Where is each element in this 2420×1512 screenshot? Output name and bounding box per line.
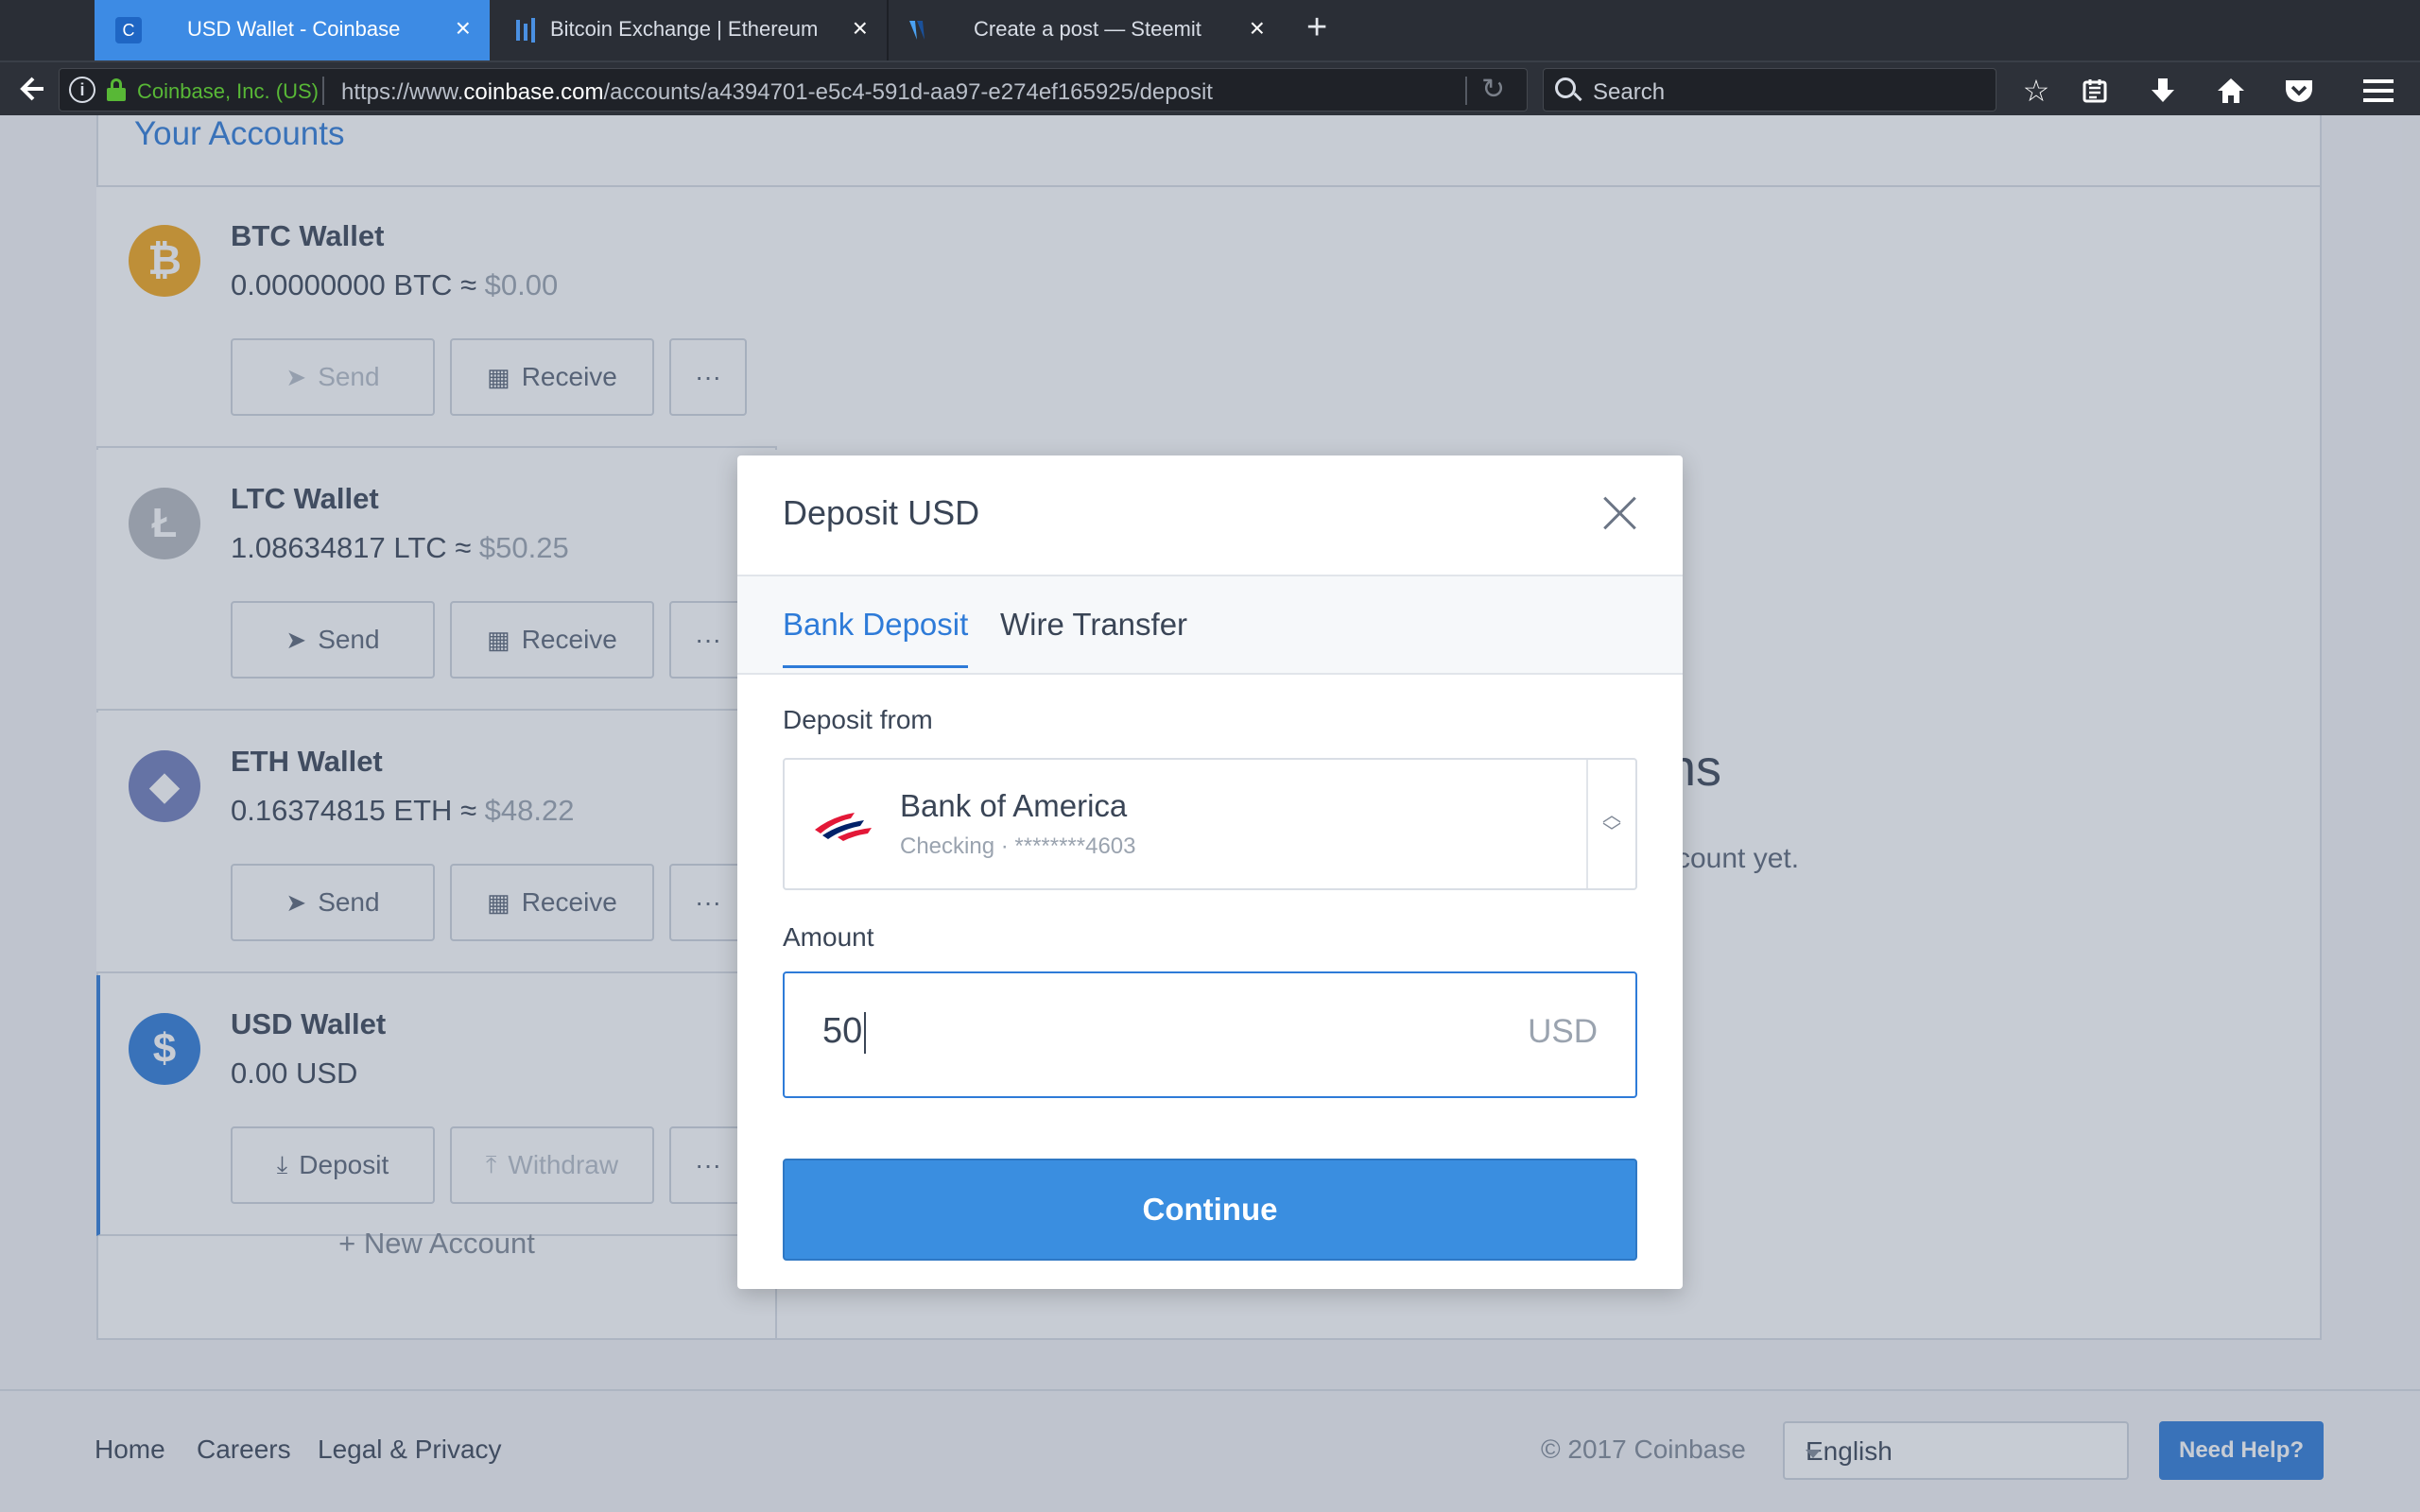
back-arrow-icon[interactable] bbox=[13, 70, 51, 108]
search-icon bbox=[1555, 77, 1576, 98]
select-arrows-icon[interactable]: ︿ ﹀ bbox=[1586, 760, 1635, 888]
search-placeholder: Search bbox=[1593, 79, 1666, 105]
pocket-icon[interactable] bbox=[2280, 72, 2318, 110]
tab-title: Create a post — Steemit bbox=[974, 17, 1201, 41]
amount-label: Amount bbox=[783, 922, 874, 952]
info-icon[interactable]: i bbox=[69, 77, 95, 103]
continue-button[interactable]: Continue bbox=[783, 1159, 1637, 1261]
menu-icon[interactable] bbox=[2360, 72, 2397, 110]
lock-icon bbox=[107, 78, 126, 101]
search-input[interactable]: Search bbox=[1543, 68, 1996, 112]
reading-list-icon[interactable] bbox=[2076, 72, 2114, 110]
site-identity[interactable]: Coinbase, Inc. (US) bbox=[137, 79, 319, 104]
close-icon[interactable] bbox=[1599, 491, 1641, 533]
exchange-icon bbox=[512, 17, 539, 43]
bookmark-star-icon[interactable]: ☆ bbox=[2017, 72, 2055, 110]
modal-header: Deposit USD bbox=[737, 455, 1683, 576]
amount-input[interactable]: 50 USD bbox=[783, 971, 1637, 1098]
bank-account-select[interactable]: Bank of America Checking · ********4603 … bbox=[783, 758, 1637, 890]
address-bar[interactable]: i Coinbase, Inc. (US) https://www.coinba… bbox=[59, 68, 1528, 112]
tab-title: USD Wallet - Coinbase bbox=[187, 17, 401, 41]
close-tab-icon[interactable]: × bbox=[456, 13, 471, 43]
steemit-icon bbox=[906, 17, 932, 43]
divider bbox=[1465, 77, 1467, 105]
bank-of-america-logo bbox=[813, 807, 873, 841]
close-tab-icon[interactable]: × bbox=[853, 13, 868, 43]
browser-tab-bar: C USD Wallet - Coinbase × Bitcoin Exchan… bbox=[0, 0, 2420, 60]
tab-usd-wallet[interactable]: C USD Wallet - Coinbase × bbox=[95, 0, 490, 60]
deposit-from-label: Deposit from bbox=[783, 705, 933, 734]
tab-steemit[interactable]: Create a post — Steemit × bbox=[889, 0, 1284, 60]
new-tab-button[interactable]: + bbox=[1306, 8, 1327, 48]
tab-wire-transfer[interactable]: Wire Transfer bbox=[1000, 607, 1187, 665]
url-text[interactable]: https://www.coinbase.com/accounts/a43947… bbox=[341, 79, 1213, 106]
coinbase-icon: C bbox=[115, 17, 142, 43]
home-icon[interactable] bbox=[2212, 72, 2250, 110]
download-icon[interactable] bbox=[2144, 72, 2182, 110]
amount-value: 50 bbox=[822, 1011, 867, 1054]
bank-account-detail: Checking · ********4603 bbox=[900, 833, 1136, 859]
deposit-tabs: Bank Deposit Wire Transfer bbox=[737, 576, 1683, 675]
amount-currency: USD bbox=[1528, 1013, 1598, 1050]
tab-bank-deposit[interactable]: Bank Deposit bbox=[783, 607, 969, 668]
tab-bitcoin-exchange[interactable]: Bitcoin Exchange | Ethereum × bbox=[492, 0, 887, 60]
deposit-modal: Deposit USD Bank Deposit Wire Transfer D… bbox=[737, 455, 1683, 1289]
browser-nav-bar: i Coinbase, Inc. (US) https://www.coinba… bbox=[0, 60, 2420, 115]
divider bbox=[322, 77, 324, 105]
close-tab-icon[interactable]: × bbox=[1250, 13, 1265, 43]
modal-title: Deposit USD bbox=[783, 493, 980, 532]
reload-icon[interactable]: ↻ bbox=[1481, 73, 1505, 106]
text-cursor bbox=[864, 1011, 867, 1054]
tab-title: Bitcoin Exchange | Ethereum bbox=[550, 17, 819, 41]
bank-name: Bank of America bbox=[900, 788, 1128, 823]
